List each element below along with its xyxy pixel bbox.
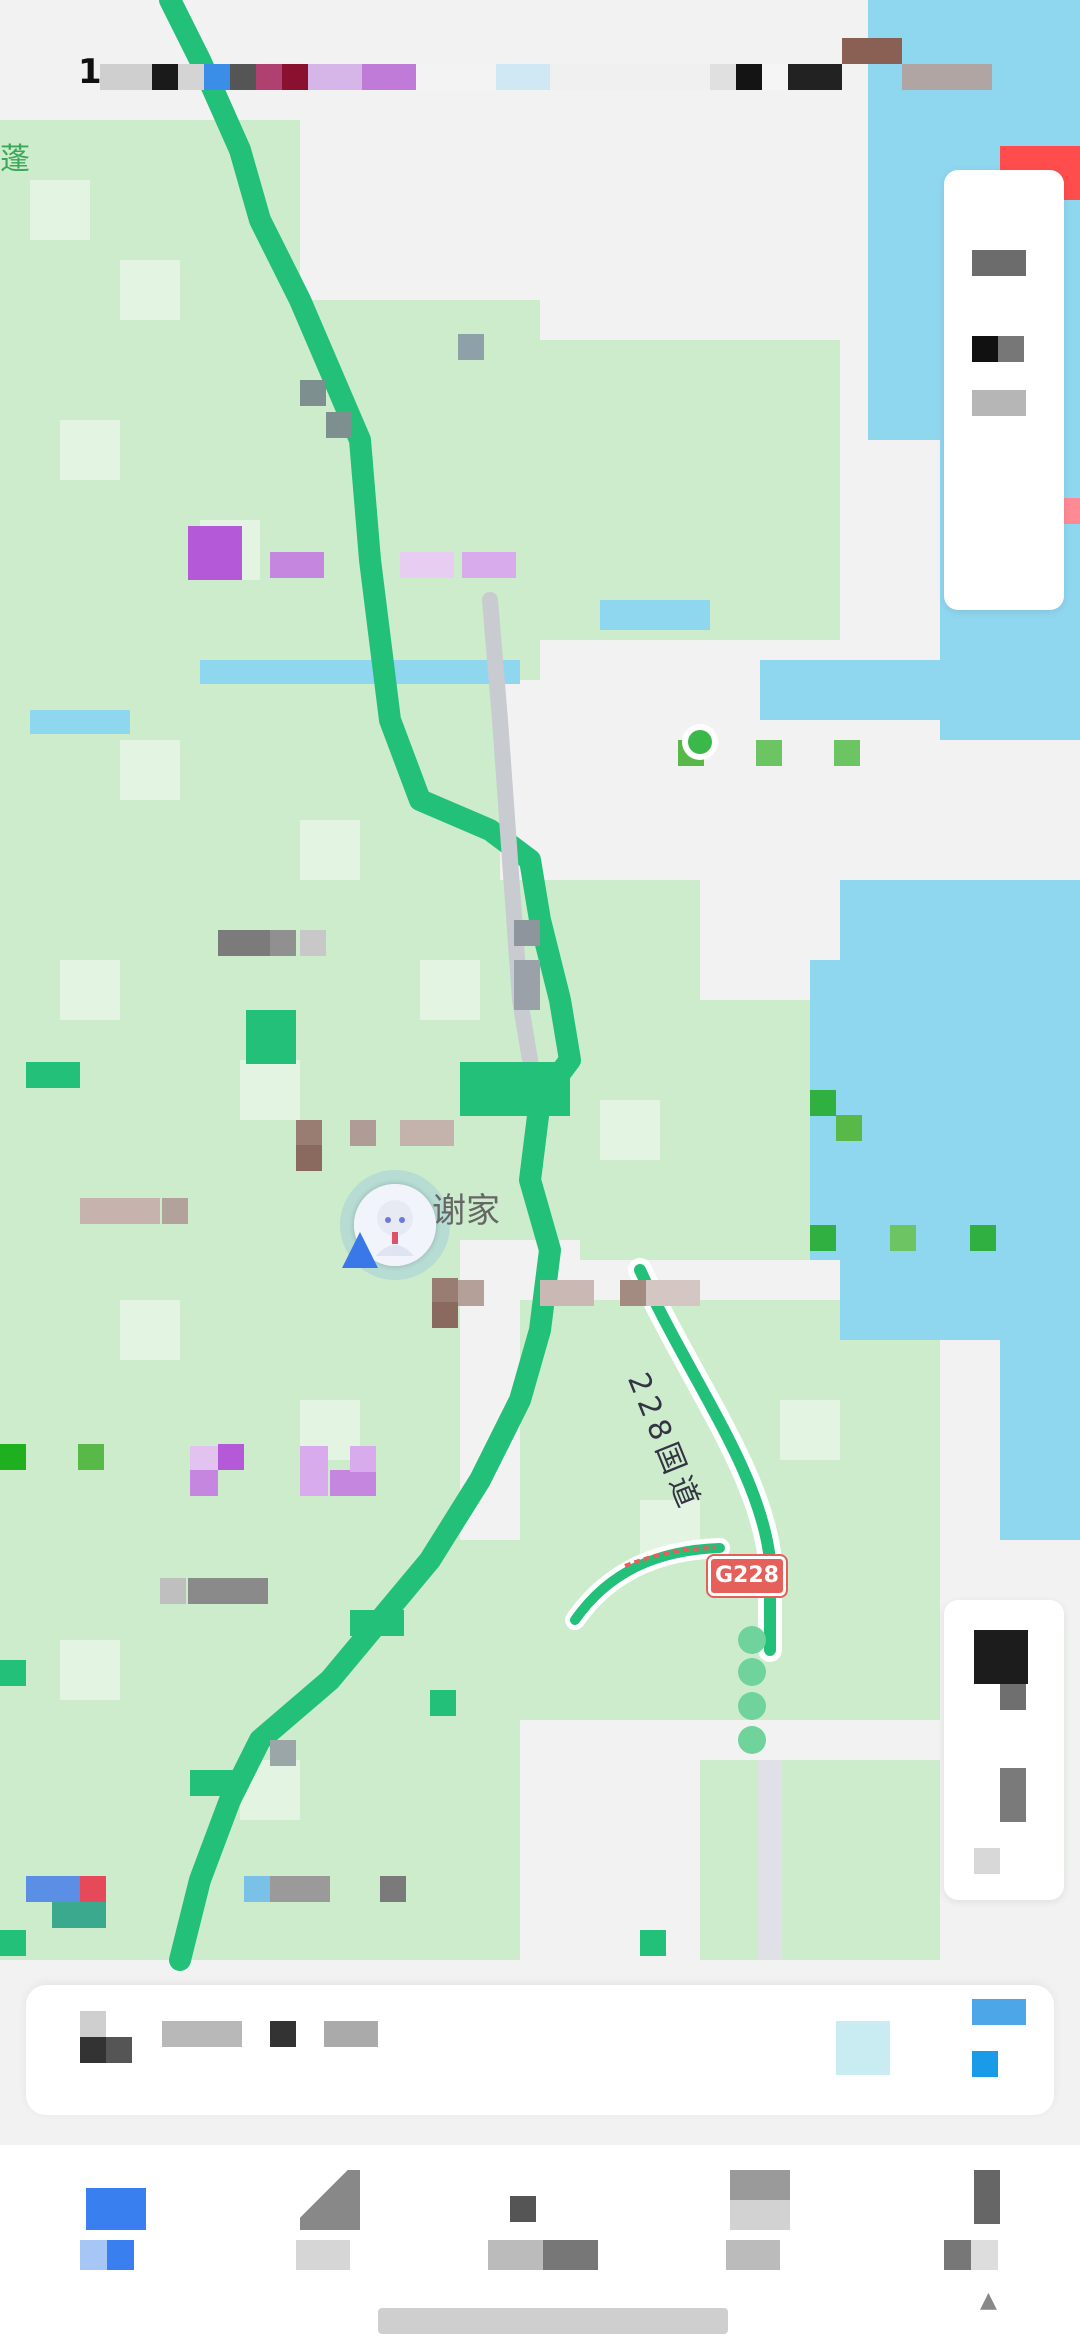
taxi-icon	[730, 2170, 790, 2230]
compass-icon-shade	[1000, 1684, 1026, 1710]
search-bar[interactable]	[26, 1985, 1054, 2115]
report-icon[interactable]	[972, 390, 1026, 416]
status-bar: 1	[0, 0, 1080, 140]
highway-shield: G228	[706, 1554, 788, 1598]
search-placeholder-block	[162, 2021, 242, 2047]
tab-nearby[interactable]	[270, 2170, 390, 2290]
traffic-icon-2	[998, 336, 1024, 362]
map-screen: 228国道 G228 蓬 谢家 1 ▲	[0, 0, 1080, 2344]
zoom-panel	[944, 1600, 1064, 1900]
home-indicator[interactable]	[378, 2308, 728, 2334]
locate-button[interactable]	[1000, 1768, 1026, 1822]
compass-icon[interactable]	[974, 1630, 1028, 1684]
place-label: 谢家	[432, 1191, 500, 1231]
tab-profile[interactable]	[910, 2170, 1030, 2290]
navigation-arrow-icon	[342, 1232, 378, 1268]
tab-message-label	[488, 2240, 598, 2270]
tab-home[interactable]	[56, 2170, 176, 2290]
nearby-icon	[300, 2170, 360, 2230]
status-mosaic	[100, 38, 1060, 98]
message-icon	[494, 2170, 554, 2230]
tab-nearby-label	[296, 2240, 350, 2270]
search-icon-3	[106, 2037, 132, 2063]
chevron-up-icon[interactable]: ▲	[980, 2288, 997, 2313]
voice-icon[interactable]	[836, 2021, 890, 2075]
map-canvas[interactable]: 228国道 G228 蓬 谢家	[0, 0, 1080, 2145]
map-tools-panel	[944, 170, 1064, 610]
tab-home-label	[80, 2240, 134, 2270]
search-placeholder-block-2	[270, 2021, 296, 2047]
tab-taxi[interactable]	[700, 2170, 820, 2290]
tab-taxi-label	[726, 2240, 780, 2270]
tab-profile-label	[944, 2240, 998, 2270]
scan-icon-2	[972, 2051, 998, 2077]
search-icon-2	[80, 2037, 106, 2063]
profile-icon	[940, 2170, 1000, 2230]
traffic-icon[interactable]	[972, 336, 998, 362]
edge-place-label: 蓬	[0, 142, 30, 177]
zoom-control[interactable]	[974, 1848, 1000, 1874]
home-icon	[86, 2170, 146, 2230]
map-svg	[0, 0, 1080, 2145]
status-time: 1	[78, 52, 102, 92]
tab-message[interactable]	[464, 2170, 598, 2290]
search-placeholder-block-3	[324, 2021, 378, 2047]
scan-icon[interactable]	[972, 1999, 1026, 2025]
search-icon	[80, 2011, 106, 2037]
park-areas	[0, 120, 940, 1960]
layers-icon[interactable]	[972, 250, 1026, 276]
